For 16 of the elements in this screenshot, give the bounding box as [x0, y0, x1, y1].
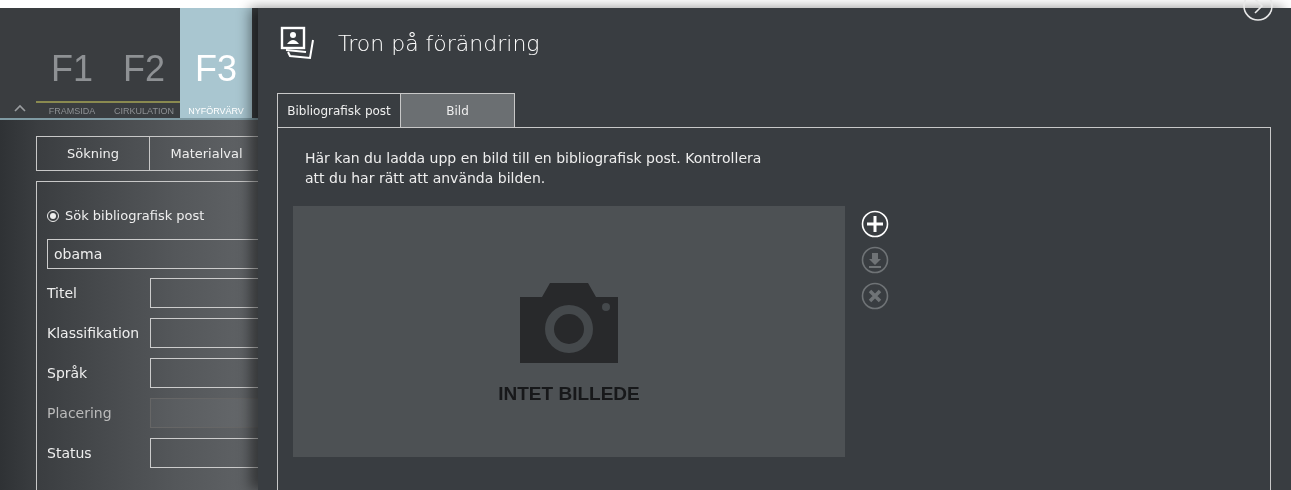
nav-tab[interactable]: F1 FRAMSIDA: [36, 8, 108, 118]
chevron-up-icon[interactable]: [14, 104, 26, 112]
record-title: Tron på förändring: [338, 30, 540, 56]
field-label: Titel: [47, 285, 78, 301]
field-label: Status: [47, 445, 93, 461]
add-icon[interactable]: [859, 208, 891, 240]
tab[interactable]: Bild: [401, 93, 515, 127]
mode-button[interactable]: Sökning: [36, 136, 150, 171]
radio-label: Sök bibliografisk post: [65, 208, 205, 223]
description-text: Här kan du ladda upp en bild till en bibliografisk post. Kontrollera att du har rätt att använda bilden.: [305, 149, 763, 188]
field-label: Språk: [47, 365, 89, 381]
search-field[interactable]: obama: [47, 239, 258, 269]
field-label: Klassifikation: [47, 325, 141, 341]
photo-stack-icon: [280, 26, 316, 60]
field-label: Placering: [47, 405, 113, 421]
placeholder-text: INTET BILLEDE: [498, 382, 640, 405]
